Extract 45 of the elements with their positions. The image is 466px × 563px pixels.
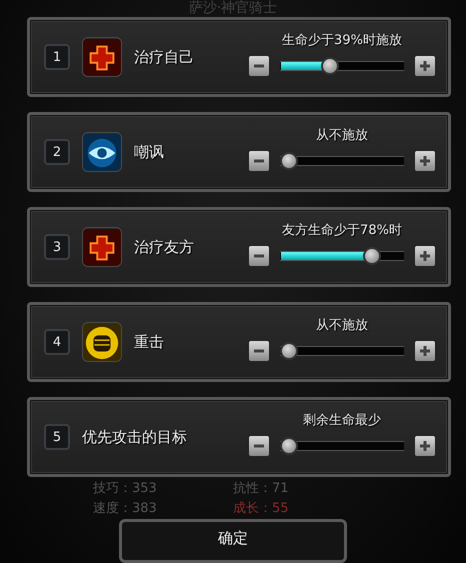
plus-icon — [419, 345, 431, 357]
decrease-button[interactable] — [248, 245, 270, 267]
stat-label: 抗性：71 — [233, 480, 290, 497]
plus-icon — [419, 440, 431, 452]
condition-label: 友方生命少于78%时 — [282, 222, 402, 239]
confirm-button[interactable]: 确定 — [119, 519, 347, 563]
condition-label: 生命少于39%时施放 — [282, 32, 402, 49]
rule-number: 4 — [44, 329, 70, 355]
slider-thumb[interactable] — [280, 342, 298, 360]
minus-icon — [253, 159, 265, 163]
slider-thumb[interactable] — [280, 152, 298, 170]
rule-name: 优先攻击的目标 — [82, 428, 188, 446]
rule-number: 3 — [44, 234, 70, 260]
condition-label: 从不施放 — [316, 317, 368, 334]
increase-button[interactable] — [414, 435, 436, 457]
stat-label: 技巧：353 — [93, 480, 158, 497]
decrease-button[interactable] — [248, 340, 270, 362]
decrease-button[interactable] — [248, 150, 270, 172]
minus-icon — [253, 64, 265, 68]
rule-number: 1 — [44, 44, 70, 70]
rule-name: 嘲讽 — [134, 142, 165, 162]
rule-name: 治疗自己 — [134, 48, 195, 66]
condition-label: 从不施放 — [316, 127, 368, 144]
minus-icon — [253, 444, 265, 448]
increase-button[interactable] — [414, 245, 436, 267]
condition-label: 剩余生命最少 — [303, 412, 381, 429]
minus-icon — [253, 349, 265, 353]
increase-button[interactable] — [414, 150, 436, 172]
rule-name: 治疗友方 — [134, 238, 195, 256]
slider-thumb[interactable] — [362, 247, 381, 265]
stat-label: 成长：55 — [233, 500, 290, 517]
minus-icon — [253, 254, 265, 258]
rule-number: 2 — [44, 139, 70, 165]
plus-icon — [419, 155, 431, 167]
decrease-button[interactable] — [248, 435, 270, 457]
stat-label: 速度：383 — [93, 500, 158, 517]
plus-icon — [419, 60, 431, 72]
plus-icon — [419, 250, 431, 262]
slider-thumb[interactable] — [280, 437, 298, 455]
decrease-button[interactable] — [248, 55, 270, 77]
rule-name: 重击 — [134, 332, 165, 352]
increase-button[interactable] — [414, 340, 436, 362]
increase-button[interactable] — [414, 55, 436, 77]
rule-number: 5 — [44, 424, 70, 450]
slider-thumb[interactable] — [321, 57, 340, 75]
